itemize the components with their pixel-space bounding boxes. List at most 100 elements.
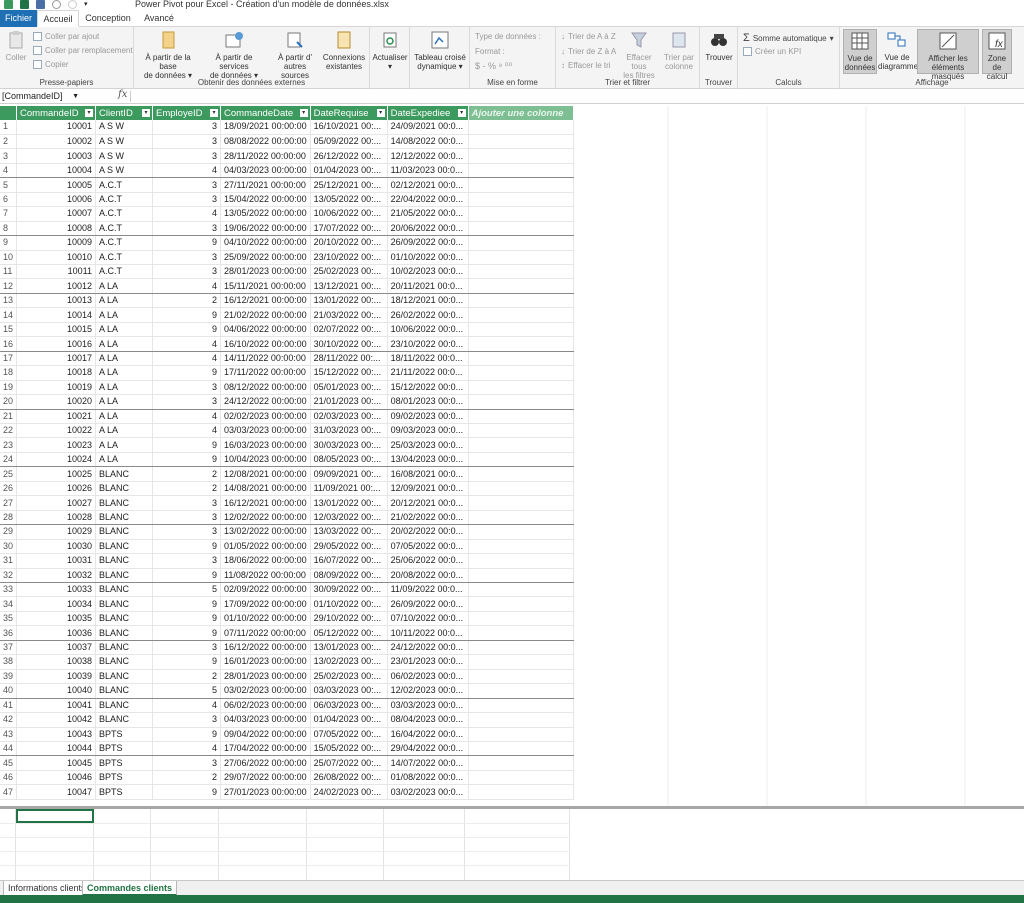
filter-dropdown-icon[interactable]: ▾ (299, 109, 308, 117)
table-cell[interactable]: A.C.T (95, 250, 154, 266)
empty-add-column-cell[interactable] (468, 380, 574, 396)
empty-add-column-cell[interactable] (468, 336, 574, 352)
table-row[interactable]: 36 10036 BLANC 9 07/11/2022 00:00:00 05/12/20… (0, 625, 574, 641)
table-row[interactable]: 42 10042 BLANC 3 04/03/2023 00:00:00 01/04/20… (0, 712, 574, 728)
table-cell[interactable]: 10029 (16, 524, 97, 540)
table-cell[interactable]: 10037 (16, 640, 97, 656)
table-cell[interactable]: 10039 (16, 669, 97, 685)
autosum-button[interactable]: Σ Somme automatique ▾ (743, 32, 834, 44)
table-cell[interactable]: 24/09/2021 00:0... (387, 120, 469, 135)
empty-add-column-cell[interactable] (468, 481, 574, 497)
table-row[interactable]: 14 10014 A LA 9 21/02/2022 00:00:00 21/03/202… (0, 307, 574, 323)
table-cell[interactable]: 2 (152, 481, 222, 497)
empty-add-column-cell[interactable] (468, 409, 574, 425)
table-cell[interactable]: 10015 (16, 322, 97, 338)
table-cell[interactable]: 9 (152, 568, 222, 584)
table-cell[interactable]: 10006 (16, 192, 97, 208)
from-database-button[interactable]: À partir de la base de données ▾ (137, 29, 199, 80)
table-cell[interactable]: 16/01/2023 00:00:00 (220, 654, 311, 670)
diagram-view-button[interactable]: Vue de diagramme (878, 29, 918, 71)
table-cell[interactable]: 20/06/2022 00:0... (387, 221, 469, 237)
table-cell[interactable]: BLANC (95, 654, 154, 670)
table-row[interactable]: 16 10016 A LA 4 16/10/2022 00:00:00 30/10/202… (0, 336, 574, 352)
table-cell[interactable]: 20/02/2022 00:0... (387, 524, 469, 540)
table-row[interactable]: 15 10015 A LA 9 04/06/2022 00:00:00 02/07/202… (0, 322, 574, 338)
tab-design[interactable]: Conception (82, 10, 134, 27)
empty-add-column-cell[interactable] (468, 582, 574, 598)
table-cell[interactable]: 30/09/2022 00:... (310, 582, 388, 598)
table-cell[interactable]: 10008 (16, 221, 97, 237)
table-cell[interactable]: 03/02/2023 00:0... (387, 784, 469, 800)
table-cell[interactable]: A LA (95, 322, 154, 338)
table-cell[interactable]: 08/08/2022 00:00:00 (220, 134, 311, 150)
table-cell[interactable]: 17/09/2022 00:00:00 (220, 596, 311, 612)
table-cell[interactable]: 23/10/2022 00:0... (387, 336, 469, 352)
table-cell[interactable]: BLANC (95, 553, 154, 569)
table-cell[interactable]: 10026 (16, 481, 97, 497)
table-cell[interactable]: 3 (152, 264, 222, 280)
table-row[interactable]: 31 10031 BLANC 3 18/06/2022 00:00:00 16/07/20… (0, 553, 574, 569)
table-cell[interactable]: 10044 (16, 741, 97, 757)
paste-button[interactable]: Coller (3, 29, 29, 62)
empty-add-column-cell[interactable] (468, 466, 574, 482)
table-cell[interactable]: A LA (95, 293, 154, 309)
table-cell[interactable]: 01/10/2022 00:... (310, 596, 388, 612)
table-cell[interactable]: BLANC (95, 596, 154, 612)
table-cell[interactable]: 10034 (16, 596, 97, 612)
datatype-field[interactable]: Type de données : (475, 32, 541, 41)
table-cell[interactable]: 25/02/2023 00:... (310, 264, 388, 280)
empty-add-column-cell[interactable] (468, 596, 574, 612)
empty-add-column-cell[interactable] (468, 423, 574, 439)
table-row[interactable]: 10 10010 A.C.T 3 25/09/2022 00:00:00 23/10/20… (0, 250, 574, 266)
table-cell[interactable]: 15/11/2021 00:00:00 (220, 278, 311, 294)
table-cell[interactable]: A.C.T (95, 264, 154, 280)
table-cell[interactable]: A LA (95, 394, 154, 410)
save-icon[interactable] (36, 0, 45, 9)
table-row[interactable]: 12 10012 A LA 4 15/11/2021 00:00:00 13/12/202… (0, 278, 574, 294)
table-cell[interactable]: 4 (152, 163, 222, 179)
column-header-employeid[interactable]: EmployeID ▾ (152, 106, 222, 120)
table-cell[interactable]: 13/12/2021 00:... (310, 278, 388, 294)
table-cell[interactable]: 19/06/2022 00:00:00 (220, 221, 311, 237)
table-row[interactable]: 13 10013 A LA 2 16/12/2021 00:00:00 13/01/202… (0, 293, 574, 309)
tab-file[interactable]: Fichier (0, 10, 37, 27)
empty-add-column-cell[interactable] (468, 698, 574, 714)
empty-add-column-cell[interactable] (468, 539, 574, 555)
column-header-dateexpediee[interactable]: DateExpediee ▾ (387, 106, 469, 120)
table-cell[interactable]: 07/10/2022 00:0... (387, 611, 469, 627)
clear-sort-button[interactable]: ↕ Effacer le tri (561, 61, 611, 70)
table-row[interactable]: 2 10002 A S W 3 08/08/2022 00:00:00 05/09/202… (0, 134, 574, 150)
data-view-button[interactable]: Vue de données (843, 29, 877, 74)
table-cell[interactable]: A LA (95, 278, 154, 294)
table-row[interactable]: 40 10040 BLANC 5 03/02/2023 00:00:00 03/03/20… (0, 683, 574, 699)
table-cell[interactable]: 11/09/2021 00:... (310, 481, 388, 497)
table-cell[interactable]: 21/05/2022 00:0... (387, 206, 469, 222)
table-cell[interactable]: 3 (152, 250, 222, 266)
table-cell[interactable]: 10031 (16, 553, 97, 569)
empty-add-column-cell[interactable] (468, 654, 574, 670)
redo-icon[interactable] (68, 0, 77, 9)
table-cell[interactable]: 3 (152, 394, 222, 410)
table-cell[interactable]: BPTS (95, 784, 154, 800)
filter-dropdown-icon[interactable]: ▾ (210, 109, 219, 117)
table-row[interactable]: 4 10004 A S W 4 04/03/2023 00:00:00 01/04/202… (0, 163, 574, 179)
table-row[interactable]: 32 10032 BLANC 9 11/08/2022 00:00:00 08/09/20… (0, 568, 574, 584)
sort-za-button[interactable]: ↓ Trier de Z à A (561, 47, 616, 56)
table-row[interactable]: 47 10047 BPTS 9 27/01/2023 00:00:00 24/02/202… (0, 784, 574, 800)
table-cell[interactable]: 9 (152, 322, 222, 338)
number-format-buttons[interactable]: $ - % ⁹ ⁰⁰ (475, 61, 512, 72)
tab-home[interactable]: Accueil (37, 10, 79, 27)
table-cell[interactable]: 10022 (16, 423, 97, 439)
from-data-service-button[interactable]: À partir de services de données ▾ (200, 29, 268, 80)
table-cell[interactable]: 31/03/2023 00:... (310, 423, 388, 439)
empty-add-column-cell[interactable] (468, 264, 574, 280)
table-cell[interactable]: A.C.T (95, 177, 154, 193)
table-cell[interactable]: 09/03/2023 00:0... (387, 423, 469, 439)
table-cell[interactable]: BLANC (95, 698, 154, 714)
table-cell[interactable]: 10/06/2022 00:0... (387, 322, 469, 338)
table-cell[interactable]: 01/08/2022 00:0... (387, 770, 469, 786)
table-cell[interactable]: 04/06/2022 00:00:00 (220, 322, 311, 338)
table-cell[interactable]: 13/05/2022 00:... (310, 192, 388, 208)
table-cell[interactable]: BLANC (95, 712, 154, 728)
table-cell[interactable]: 10001 (16, 120, 97, 135)
